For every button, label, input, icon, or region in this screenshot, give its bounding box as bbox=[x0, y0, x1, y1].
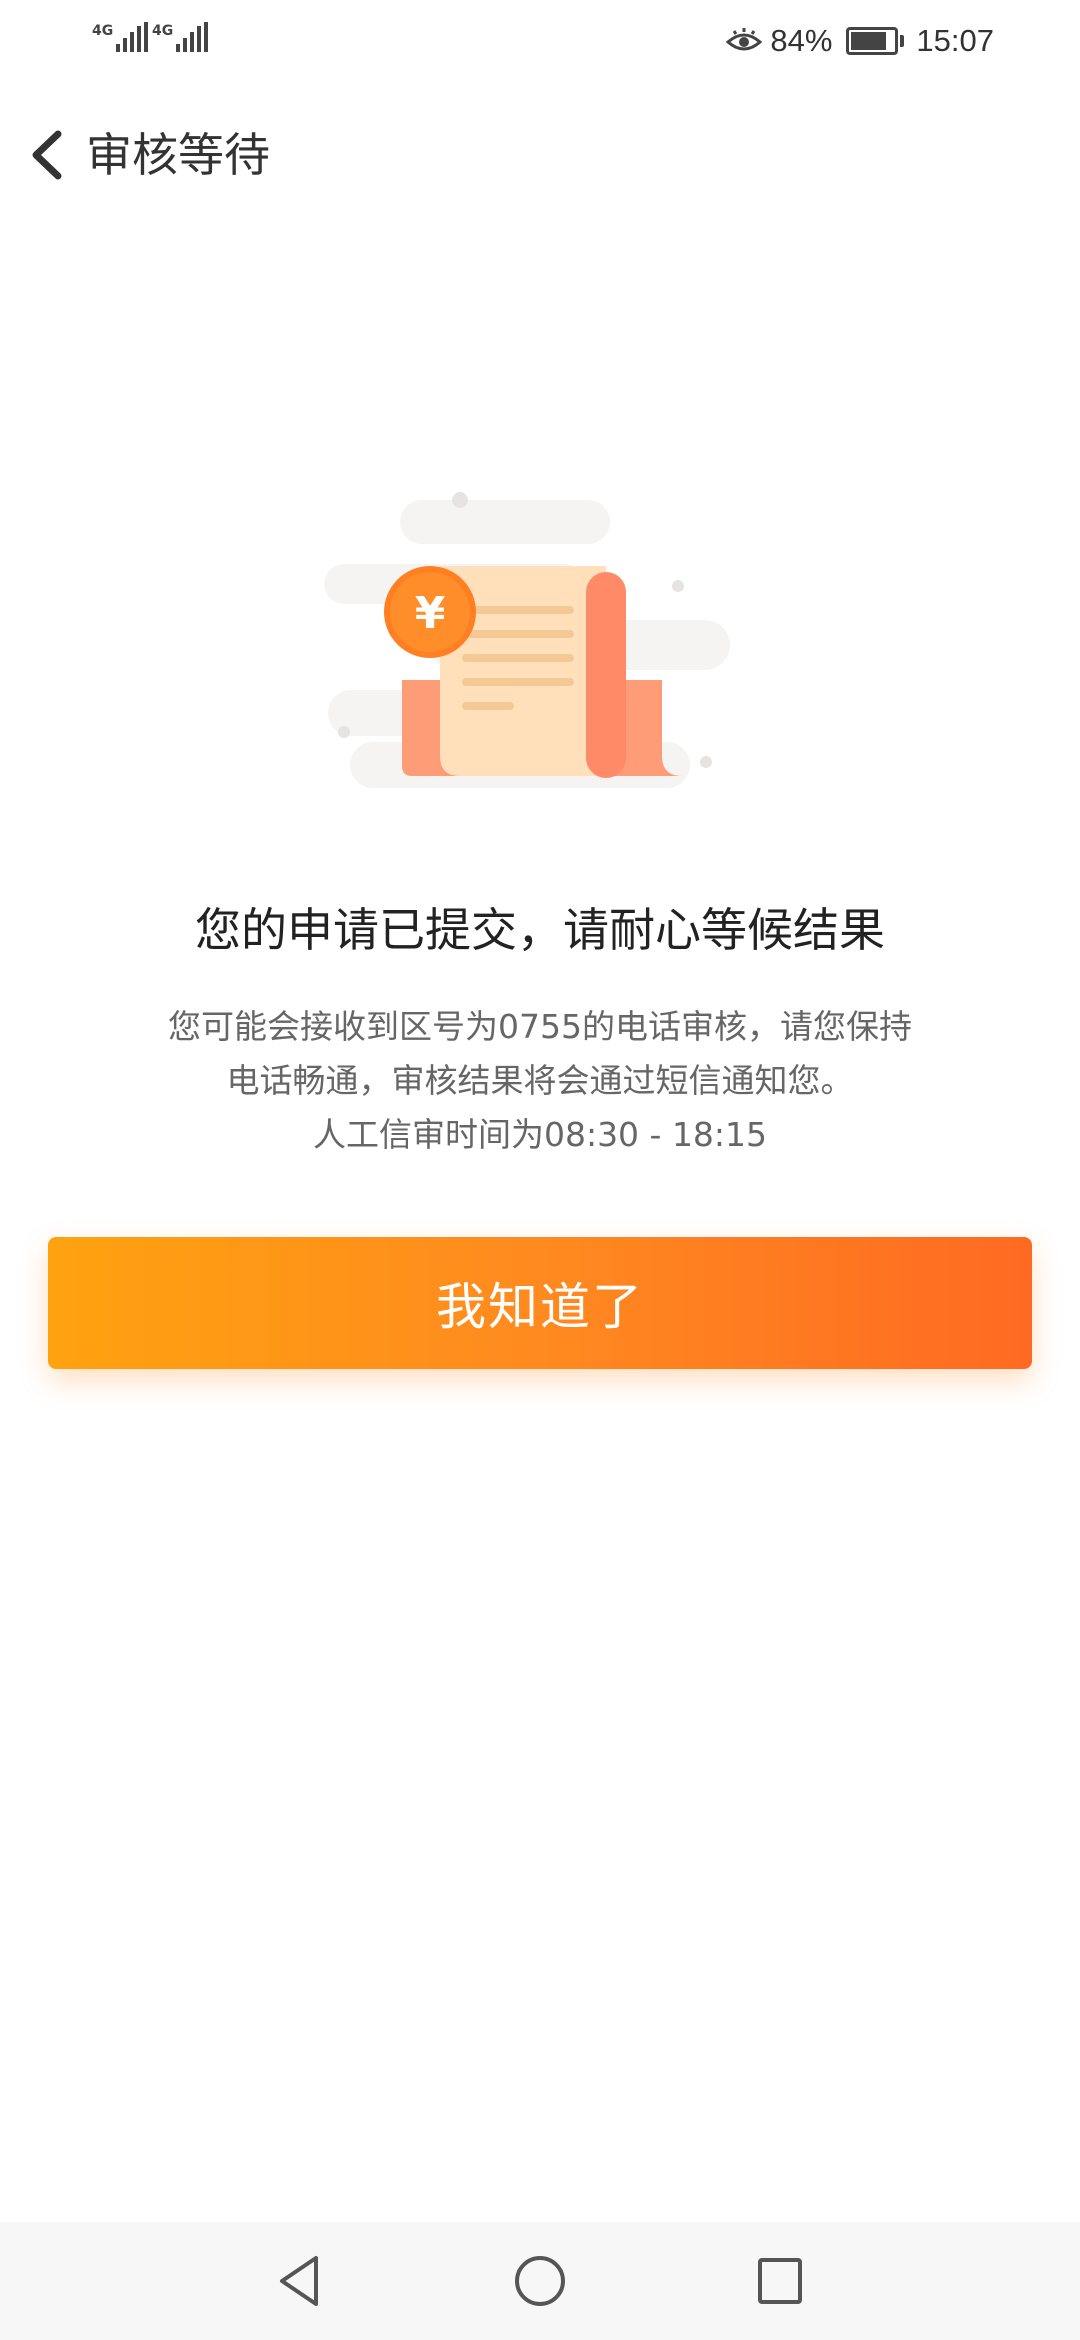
system-navigation-bar bbox=[0, 2222, 1080, 2340]
nav-back-button[interactable] bbox=[266, 2246, 336, 2316]
signal-2-icon: 4G bbox=[152, 22, 209, 52]
nav-home-button[interactable] bbox=[505, 2246, 575, 2316]
status-right: 84% 15:07 bbox=[726, 18, 994, 64]
description-line-3: 人工信审时间为08:30 - 18:15 bbox=[312, 1115, 768, 1154]
network-type-2: 4G bbox=[152, 23, 174, 39]
confirm-button-label: 我知道了 bbox=[436, 1278, 644, 1336]
result-description: 您可能会接收到区号为0755的电话审核，请您保持 电话畅通，审核结果将会通过短信… bbox=[120, 1000, 960, 1162]
battery-percent: 84% bbox=[770, 23, 833, 58]
nav-recents-button[interactable] bbox=[745, 2246, 815, 2316]
description-line-1: 您可能会接收到区号为0755的电话审核，请您保持 bbox=[168, 1007, 912, 1046]
clock: 15:07 bbox=[916, 23, 994, 58]
page-title: 审核等待 bbox=[86, 128, 270, 182]
coin-yen-symbol: ¥ bbox=[415, 588, 446, 639]
receipt-icon: ¥ bbox=[324, 492, 730, 788]
recents-square-icon bbox=[758, 2258, 802, 2304]
description-line-2: 电话畅通，审核结果将会通过短信通知您。 bbox=[226, 1061, 854, 1100]
battery-icon bbox=[846, 27, 905, 55]
confirm-button[interactable]: 我知道了 bbox=[48, 1237, 1032, 1369]
signal-1-icon: 4G bbox=[92, 22, 149, 52]
top-app-bar: 审核等待 bbox=[0, 110, 1080, 200]
bill-illustration: ¥ bbox=[310, 480, 770, 820]
chevron-left-icon bbox=[32, 130, 62, 180]
battery-level bbox=[851, 32, 887, 50]
result-title: 您的申请已提交，请耐心等候结果 bbox=[195, 903, 885, 957]
home-circle-icon bbox=[515, 2256, 565, 2306]
eye-comfort-icon bbox=[726, 28, 763, 51]
back-triangle-icon bbox=[280, 2256, 318, 2306]
back-button[interactable] bbox=[20, 122, 80, 188]
status-bar: 4G 4G 84% 15:07 bbox=[0, 0, 1080, 84]
network-type-1: 4G bbox=[92, 23, 114, 39]
